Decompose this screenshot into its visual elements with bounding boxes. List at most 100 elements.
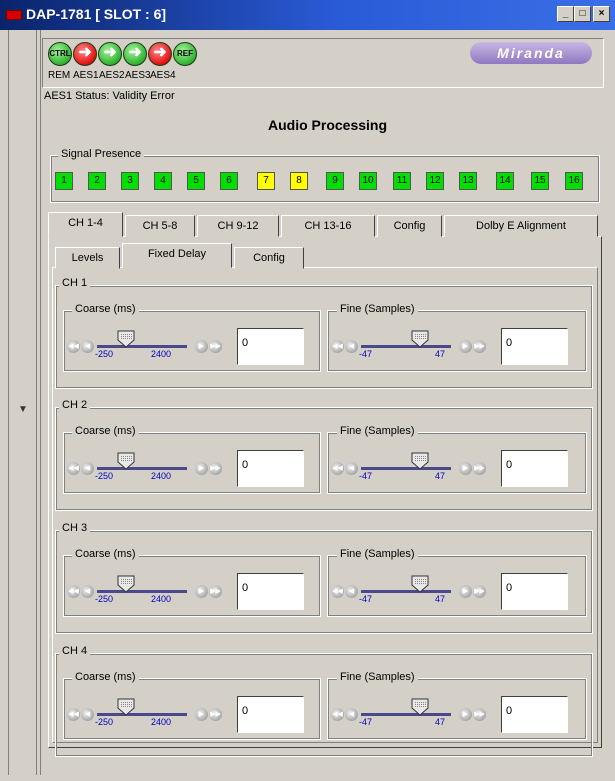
fine-rewind-button[interactable]: ◀ bbox=[345, 585, 358, 598]
subtab-levels[interactable]: Levels bbox=[55, 247, 120, 269]
fine-slider-thumb[interactable] bbox=[411, 575, 429, 593]
tab-dolby-e-alignment[interactable]: Dolby E Alignment bbox=[444, 215, 598, 237]
fine-forward-fast-button[interactable]: ▶▶ bbox=[473, 340, 486, 353]
coarse-max-label: 2400 bbox=[151, 717, 172, 727]
fine-slider-track[interactable] bbox=[361, 345, 451, 348]
fine-rewind-fast-button[interactable]: ◀◀ bbox=[331, 708, 344, 721]
collapse-arrow-icon[interactable]: ▼ bbox=[18, 404, 34, 416]
fine-forward-button[interactable]: ▶ bbox=[459, 340, 472, 353]
miranda-logo: Miranda bbox=[470, 42, 592, 64]
maximize-button[interactable]: □ bbox=[574, 6, 591, 22]
signal-indicator: 9 bbox=[326, 172, 344, 190]
coarse-value-field[interactable]: 0 bbox=[237, 573, 304, 610]
fine-value-field[interactable]: 0 bbox=[501, 328, 568, 365]
coarse-rewind-fast-button[interactable]: ◀◀ bbox=[67, 585, 80, 598]
fine-rewind-fast-button[interactable]: ◀◀ bbox=[331, 462, 344, 475]
coarse-min-label: -250 bbox=[95, 349, 114, 359]
fine-rewind-fast-button[interactable]: ◀◀ bbox=[331, 340, 344, 353]
coarse-slider-thumb[interactable] bbox=[117, 575, 135, 593]
fine-rewind-button[interactable]: ◀ bbox=[345, 340, 358, 353]
tab-ch-1-4[interactable]: CH 1-4 bbox=[48, 212, 123, 237]
tab-ch-5-8[interactable]: CH 5-8 bbox=[125, 215, 195, 237]
coarse-max-label: 2400 bbox=[151, 594, 172, 604]
signal-indicator: 11 bbox=[393, 172, 411, 190]
tab-ch-9-12[interactable]: CH 9-12 bbox=[197, 215, 279, 237]
aes3-arrow-led-icon: ➜ bbox=[123, 42, 147, 66]
fine-value-field[interactable]: 0 bbox=[501, 450, 568, 487]
coarse-rewind-fast-button[interactable]: ◀◀ bbox=[67, 462, 80, 475]
coarse-rewind-button[interactable]: ◀ bbox=[81, 585, 94, 598]
channel-label: CH 4 bbox=[59, 645, 91, 657]
app-icon bbox=[6, 10, 22, 20]
coarse-forward-button[interactable]: ▶ bbox=[195, 462, 208, 475]
fine-max-label: 47 bbox=[435, 717, 446, 727]
subtab-config[interactable]: Config bbox=[234, 247, 304, 269]
minimize-button[interactable]: _ bbox=[557, 6, 574, 22]
ref-led-icon: REF bbox=[173, 42, 197, 66]
fine-slider-track[interactable] bbox=[361, 590, 451, 593]
fine-forward-button[interactable]: ▶ bbox=[459, 585, 472, 598]
coarse-label: Coarse (ms) bbox=[72, 548, 139, 560]
coarse-forward-fast-button[interactable]: ▶▶ bbox=[209, 708, 222, 721]
coarse-slider-track[interactable] bbox=[97, 467, 187, 470]
coarse-forward-button[interactable]: ▶ bbox=[195, 708, 208, 721]
fine-value-field[interactable]: 0 bbox=[501, 696, 568, 733]
coarse-rewind-button[interactable]: ◀ bbox=[81, 708, 94, 721]
fine-value-field[interactable]: 0 bbox=[501, 573, 568, 610]
fine-forward-button[interactable]: ▶ bbox=[459, 462, 472, 475]
page-title: Audio Processing bbox=[267, 117, 388, 133]
fine-max-label: 47 bbox=[435, 594, 446, 604]
fine-slider-thumb[interactable] bbox=[411, 452, 429, 470]
coarse-forward-fast-button[interactable]: ▶▶ bbox=[209, 340, 222, 353]
close-button[interactable]: × bbox=[593, 6, 610, 22]
aes4-arrow-led-icon: ➜ bbox=[148, 42, 172, 66]
fine-slider-track[interactable] bbox=[361, 713, 451, 716]
coarse-min-label: -250 bbox=[95, 471, 114, 481]
divider bbox=[36, 30, 37, 775]
coarse-value-field[interactable]: 0 bbox=[237, 696, 304, 733]
fine-rewind-button[interactable]: ◀ bbox=[345, 462, 358, 475]
tab-ch-13-16[interactable]: CH 13-16 bbox=[281, 215, 375, 237]
coarse-slider-track[interactable] bbox=[97, 713, 187, 716]
coarse-slider-track[interactable] bbox=[97, 590, 187, 593]
signal-indicator: 6 bbox=[220, 172, 238, 190]
coarse-rewind-button[interactable]: ◀ bbox=[81, 340, 94, 353]
coarse-rewind-button[interactable]: ◀ bbox=[81, 462, 94, 475]
fine-forward-button[interactable]: ▶ bbox=[459, 708, 472, 721]
coarse-slider-track[interactable] bbox=[97, 345, 187, 348]
signal-indicator: 13 bbox=[459, 172, 477, 190]
led-label-aes2: AES2 bbox=[99, 70, 125, 81]
fine-slider-track[interactable] bbox=[361, 467, 451, 470]
tab-config[interactable]: Config bbox=[377, 215, 442, 237]
coarse-forward-fast-button[interactable]: ▶▶ bbox=[209, 585, 222, 598]
coarse-rewind-fast-button[interactable]: ◀◀ bbox=[67, 708, 80, 721]
coarse-slider-thumb[interactable] bbox=[117, 452, 135, 470]
fine-forward-fast-button[interactable]: ▶▶ bbox=[473, 585, 486, 598]
fine-forward-fast-button[interactable]: ▶▶ bbox=[473, 462, 486, 475]
coarse-slider-thumb[interactable] bbox=[117, 330, 135, 348]
subtab-fixed-delay[interactable]: Fixed Delay bbox=[122, 243, 232, 268]
signal-indicator: 2 bbox=[88, 172, 106, 190]
signal-indicator: 15 bbox=[531, 172, 549, 190]
coarse-rewind-fast-button[interactable]: ◀◀ bbox=[67, 340, 80, 353]
coarse-forward-button[interactable]: ▶ bbox=[195, 585, 208, 598]
coarse-forward-fast-button[interactable]: ▶▶ bbox=[209, 462, 222, 475]
fine-min-label: -47 bbox=[359, 349, 373, 359]
fine-forward-fast-button[interactable]: ▶▶ bbox=[473, 708, 486, 721]
fine-max-label: 47 bbox=[435, 471, 446, 481]
coarse-slider-thumb[interactable] bbox=[117, 698, 135, 716]
coarse-min-label: -250 bbox=[95, 717, 114, 727]
fine-min-label: -47 bbox=[359, 594, 373, 604]
aes2-arrow-led-icon: ➜ bbox=[98, 42, 122, 66]
coarse-value-field[interactable]: 0 bbox=[237, 450, 304, 487]
fine-max-label: 47 bbox=[435, 349, 446, 359]
signal-indicator: 14 bbox=[496, 172, 514, 190]
coarse-forward-button[interactable]: ▶ bbox=[195, 340, 208, 353]
coarse-value-field[interactable]: 0 bbox=[237, 328, 304, 365]
ctrl-led-icon: CTRL bbox=[48, 42, 72, 66]
fine-slider-thumb[interactable] bbox=[411, 698, 429, 716]
fine-rewind-button[interactable]: ◀ bbox=[345, 708, 358, 721]
fine-rewind-fast-button[interactable]: ◀◀ bbox=[331, 585, 344, 598]
fine-slider-thumb[interactable] bbox=[411, 330, 429, 348]
fine-label: Fine (Samples) bbox=[337, 303, 418, 315]
